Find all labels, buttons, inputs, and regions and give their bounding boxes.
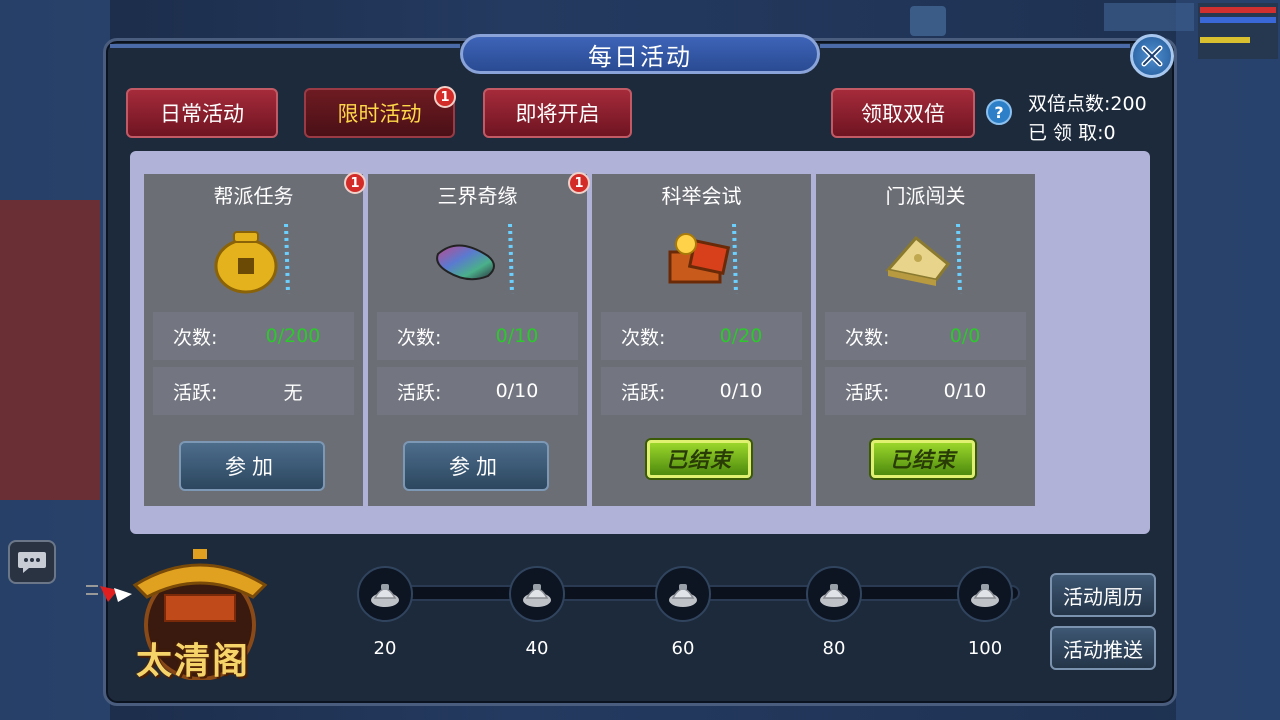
activity-card-sect-challenge[interactable]: 门派闯关 次数: 0/0 活跃: 0/10 已结束 bbox=[816, 174, 1035, 506]
count-row: 次数: 0/0 bbox=[825, 312, 1026, 360]
active-value: 0/10 bbox=[719, 380, 763, 402]
count-label: 次数: bbox=[621, 326, 666, 349]
background-building-right bbox=[1176, 0, 1280, 720]
milestone-label: 100 bbox=[967, 638, 1003, 659]
milestone-label: 80 bbox=[822, 638, 846, 659]
count-value: 0/20 bbox=[719, 325, 763, 347]
chat-bubble-icon bbox=[18, 552, 46, 573]
window-title: 每日活动 bbox=[460, 34, 820, 74]
tab-limited-time[interactable]: 限时活动 bbox=[304, 88, 455, 138]
active-row: 活跃: 0/10 bbox=[825, 367, 1026, 415]
activity-title: 帮派任务 bbox=[213, 184, 294, 208]
ended-stamp: 已结束 bbox=[871, 440, 975, 478]
rainbow-stone-icon bbox=[368, 214, 587, 304]
tab-daily[interactable]: 日常活动 bbox=[126, 88, 278, 138]
active-row: 活跃: 0/10 bbox=[377, 367, 578, 415]
join-button[interactable]: 参加 bbox=[179, 441, 325, 491]
active-value: 无 bbox=[283, 381, 303, 404]
flag-icon bbox=[86, 585, 132, 602]
activity-badge: 1 bbox=[568, 172, 590, 194]
active-label: 活跃: bbox=[173, 381, 218, 404]
active-row: 活跃: 无 bbox=[153, 367, 354, 415]
reward-chest-icon[interactable] bbox=[655, 566, 711, 622]
active-label: 活跃: bbox=[397, 381, 442, 404]
count-row: 次数: 0/20 bbox=[601, 312, 802, 360]
activity-calendar-button[interactable]: 活动周历 bbox=[1050, 573, 1156, 617]
reward-chest-icon[interactable] bbox=[806, 566, 862, 622]
background-building-red bbox=[0, 200, 100, 500]
minimap[interactable] bbox=[1104, 3, 1194, 31]
activity-card-guild-task[interactable]: 帮派任务 次数: 0/200 活跃: 无 参加 bbox=[144, 174, 363, 506]
pavilion-name: 太清阁 bbox=[136, 640, 251, 682]
tab-upcoming[interactable]: 即将开启 bbox=[483, 88, 632, 138]
gold-coin-icon bbox=[144, 214, 363, 304]
activity-push-button[interactable]: 活动推送 bbox=[1050, 626, 1156, 670]
close-icon bbox=[1141, 45, 1163, 67]
count-row: 次数: 0/10 bbox=[377, 312, 578, 360]
exp-bar bbox=[1200, 37, 1250, 43]
reward-chest-icon[interactable] bbox=[957, 566, 1013, 622]
reward-chest-icon[interactable] bbox=[509, 566, 565, 622]
count-label: 次数: bbox=[845, 326, 890, 349]
tab-limited-time-badge: 1 bbox=[434, 86, 456, 108]
tab-daily-label: 日常活动 bbox=[160, 102, 244, 126]
treasure-box-icon bbox=[592, 214, 811, 304]
active-row: 活跃: 0/10 bbox=[601, 367, 802, 415]
active-value: 0/10 bbox=[495, 380, 539, 402]
double-points: 双倍点数:200 bbox=[1028, 93, 1147, 115]
activity-title: 门派闯关 bbox=[885, 184, 966, 208]
gold-cheese-icon bbox=[816, 214, 1035, 304]
title-decoration-right bbox=[820, 44, 1130, 48]
active-label: 活跃: bbox=[621, 381, 666, 404]
status-bars bbox=[1198, 3, 1278, 59]
tab-limited-time-label: 限时活动 bbox=[337, 102, 422, 126]
activity-title: 三界奇缘 bbox=[437, 184, 518, 208]
milestone-label: 20 bbox=[373, 638, 397, 659]
tab-upcoming-label: 即将开启 bbox=[515, 102, 600, 126]
activity-badge: 1 bbox=[344, 172, 366, 194]
count-label: 次数: bbox=[397, 326, 442, 349]
double-claimed: 已 领 取:0 bbox=[1028, 122, 1116, 144]
count-value: 0/0 bbox=[949, 325, 981, 347]
milestone-label: 60 bbox=[671, 638, 695, 659]
title-decoration-left bbox=[110, 44, 460, 48]
count-row: 次数: 0/200 bbox=[153, 312, 354, 360]
count-value: 0/200 bbox=[265, 325, 321, 347]
activity-card-imperial-exam[interactable]: 科举会试 次数: 0/20 活跃: 0/10 已结束 bbox=[592, 174, 811, 506]
help-icon[interactable]: ? bbox=[986, 99, 1012, 125]
close-button[interactable] bbox=[1130, 34, 1174, 78]
mp-bar bbox=[1200, 17, 1276, 23]
ended-stamp: 已结束 bbox=[647, 440, 751, 478]
chat-button[interactable] bbox=[8, 540, 56, 584]
active-value: 0/10 bbox=[943, 380, 987, 402]
activity-title: 科举会试 bbox=[661, 184, 742, 208]
active-label: 活跃: bbox=[845, 381, 890, 404]
count-value: 0/10 bbox=[495, 325, 539, 347]
activity-card-three-realms[interactable]: 三界奇缘 次数: 0/10 活跃: 0/10 参加 bbox=[368, 174, 587, 506]
reward-chest-icon[interactable] bbox=[357, 566, 413, 622]
join-button[interactable]: 参加 bbox=[403, 441, 549, 491]
claim-double-button[interactable]: 领取双倍 bbox=[831, 88, 975, 138]
milestone-label: 40 bbox=[525, 638, 549, 659]
count-label: 次数: bbox=[173, 326, 218, 349]
pet-avatar-icon[interactable] bbox=[910, 6, 946, 36]
hp-bar bbox=[1200, 7, 1276, 13]
claim-double-label: 领取双倍 bbox=[861, 102, 945, 126]
